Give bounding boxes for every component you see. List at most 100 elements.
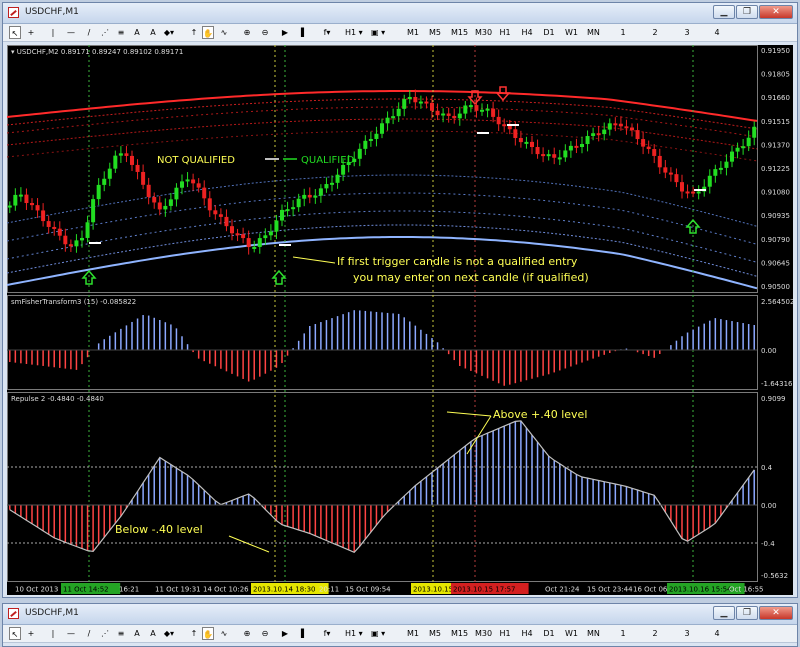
text-label-icon[interactable]: A bbox=[147, 26, 159, 39]
crosshair-icon[interactable]: + bbox=[25, 26, 37, 39]
horizontal-line-icon-2[interactable]: — bbox=[65, 627, 77, 640]
d1-icon[interactable]: D1 bbox=[543, 26, 555, 39]
zoom-in-icon-2[interactable]: ⊕ bbox=[241, 627, 253, 640]
trigger-note-line-2: you may enter on next candle (if qualifi… bbox=[353, 271, 589, 284]
not-qualified-label: NOT QUALIFIED bbox=[157, 155, 235, 166]
chart-shift-icon-2[interactable]: ▐ bbox=[295, 627, 307, 640]
candle-body bbox=[52, 226, 57, 229]
above-pointer bbox=[446, 411, 492, 417]
repulse-header: Repulse 2 -0.4840 -0.4840 bbox=[11, 395, 104, 403]
m30-icon[interactable]: M30 bbox=[475, 26, 492, 39]
hand-icon[interactable]: ✋ bbox=[202, 26, 214, 39]
candle-body bbox=[202, 187, 207, 199]
h1-icon[interactable]: H1 bbox=[499, 26, 511, 39]
zoom-in-icon[interactable]: ⊕ bbox=[241, 26, 253, 39]
template-icon[interactable]: ▣ ▾ bbox=[371, 26, 385, 39]
four-icon-2[interactable]: 4 bbox=[711, 627, 723, 640]
arrow-up-icon-2[interactable]: ↑ bbox=[188, 627, 200, 640]
minimize-button[interactable]: ▁ bbox=[713, 5, 735, 19]
candle-body bbox=[218, 214, 223, 217]
fibo-icon[interactable]: ⋰ bbox=[99, 26, 111, 39]
m5-icon[interactable]: M5 bbox=[429, 26, 441, 39]
horizontal-line-icon[interactable]: — bbox=[65, 26, 77, 39]
hand-icon-2[interactable]: ✋ bbox=[202, 627, 214, 640]
channel-icon-2[interactable]: ≡ bbox=[115, 627, 127, 640]
candle-body bbox=[452, 115, 457, 119]
cursor-icon[interactable]: ↖ bbox=[9, 26, 21, 39]
three-icon[interactable]: 3 bbox=[681, 26, 693, 39]
zoom-out-icon-2[interactable]: ⊖ bbox=[259, 627, 271, 640]
title-bar-2[interactable]: USDCHF,M1 ▁ ❐ ✕ bbox=[3, 604, 797, 625]
zigzag-icon[interactable]: ∿ bbox=[218, 26, 230, 39]
channel-icon[interactable]: ≡ bbox=[115, 26, 127, 39]
minimize-button-2[interactable]: ▁ bbox=[713, 606, 735, 620]
restore-button[interactable]: ❐ bbox=[736, 5, 758, 19]
fisher-scale-bottom: -1.64316 bbox=[761, 380, 793, 388]
w1-icon[interactable]: W1 bbox=[565, 26, 578, 39]
candle-body bbox=[146, 184, 151, 198]
mn-icon[interactable]: MN bbox=[587, 26, 600, 39]
d1-icon-2[interactable]: D1 bbox=[543, 627, 555, 640]
two-icon-2[interactable]: 2 bbox=[649, 627, 661, 640]
chart-shift-icon[interactable]: ▐ bbox=[295, 26, 307, 39]
fibo-icon-2[interactable]: ⋰ bbox=[99, 627, 111, 640]
close-button[interactable]: ✕ bbox=[759, 5, 793, 19]
candle-body bbox=[330, 182, 334, 185]
candle-body bbox=[435, 110, 440, 116]
close-button-2[interactable]: ✕ bbox=[759, 606, 793, 620]
zigzag-icon-2[interactable]: ∿ bbox=[218, 627, 230, 640]
vertical-line-icon-2[interactable]: | bbox=[47, 627, 59, 640]
window-title-2: USDCHF,M1 bbox=[25, 608, 79, 618]
m15-icon[interactable]: M15 bbox=[451, 26, 468, 39]
chart-toolbar: ↖ + | — / ⋰ ≡ A A ◆▾ ↑ ✋ ∿ ⊕ ⊖ ▶ ▐ f▾ H1 ▾ ▣ ▾ M1 M5 M15 M30 H1 H… bbox=[3, 24, 797, 42]
title-bar[interactable]: USDCHF,M1 ▁ ❐ ✕ bbox=[3, 3, 797, 24]
period-icon-2[interactable]: H1 ▾ bbox=[345, 627, 363, 640]
h1-icon-2[interactable]: H1 bbox=[499, 627, 511, 640]
shapes-icon[interactable]: ◆▾ bbox=[163, 26, 175, 39]
h4-icon-2[interactable]: H4 bbox=[521, 627, 533, 640]
three-icon-2[interactable]: 3 bbox=[681, 627, 693, 640]
w1-icon-2[interactable]: W1 bbox=[565, 627, 578, 640]
candle-body bbox=[318, 188, 323, 196]
text-icon-2[interactable]: A bbox=[131, 627, 143, 640]
time-axis-label: 2013.10.14 18:30 bbox=[253, 586, 315, 594]
m1-icon-2[interactable]: M1 bbox=[407, 627, 419, 640]
chart-area[interactable]: 0.91950 0.91805 0.91660 0.91515 0.91370 0.912… bbox=[7, 45, 793, 582]
trendline-icon-2[interactable]: / bbox=[83, 627, 95, 640]
template-icon-2[interactable]: ▣ ▾ bbox=[371, 627, 385, 640]
m1-icon[interactable]: M1 bbox=[407, 26, 419, 39]
arrow-up-icon[interactable]: ↑ bbox=[188, 26, 200, 39]
candle-body bbox=[174, 187, 179, 200]
text-icon[interactable]: A bbox=[131, 26, 143, 39]
period-icon[interactable]: H1 ▾ bbox=[345, 26, 363, 39]
fisher-scale-mid: 0.00 bbox=[761, 347, 777, 355]
candle-body bbox=[380, 123, 384, 134]
candle-body bbox=[713, 169, 718, 176]
candle-body bbox=[96, 184, 101, 200]
candle-body bbox=[280, 209, 284, 221]
autoscroll-icon[interactable]: ▶ bbox=[279, 26, 291, 39]
trigger-note-line-1: If first trigger candle is not a qualifi… bbox=[337, 255, 578, 268]
two-icon[interactable]: 2 bbox=[649, 26, 661, 39]
price-axis-label: 0.91805 bbox=[761, 71, 790, 79]
indicators-icon-2[interactable]: f▾ bbox=[321, 627, 333, 640]
cursor-icon-2[interactable]: ↖ bbox=[9, 627, 21, 640]
m5-icon-2[interactable]: M5 bbox=[429, 627, 441, 640]
restore-button-2[interactable]: ❐ bbox=[736, 606, 758, 620]
zoom-out-icon[interactable]: ⊖ bbox=[259, 26, 271, 39]
one-icon[interactable]: 1 bbox=[617, 26, 629, 39]
one-icon-2[interactable]: 1 bbox=[617, 627, 629, 640]
text-label-icon-2[interactable]: A bbox=[147, 627, 159, 640]
h4-icon[interactable]: H4 bbox=[521, 26, 533, 39]
mn-icon-2[interactable]: MN bbox=[587, 627, 600, 640]
autoscroll-icon-2[interactable]: ▶ bbox=[279, 627, 291, 640]
candle-body bbox=[635, 130, 640, 140]
shapes-icon-2[interactable]: ◆▾ bbox=[163, 627, 175, 640]
m30-icon-2[interactable]: M30 bbox=[475, 627, 492, 640]
indicators-icon[interactable]: f▾ bbox=[321, 26, 333, 39]
vertical-line-icon[interactable]: | bbox=[47, 26, 59, 39]
crosshair-icon-2[interactable]: + bbox=[25, 627, 37, 640]
m15-icon-2[interactable]: M15 bbox=[451, 627, 468, 640]
four-icon[interactable]: 4 bbox=[711, 26, 723, 39]
trendline-icon[interactable]: / bbox=[83, 26, 95, 39]
